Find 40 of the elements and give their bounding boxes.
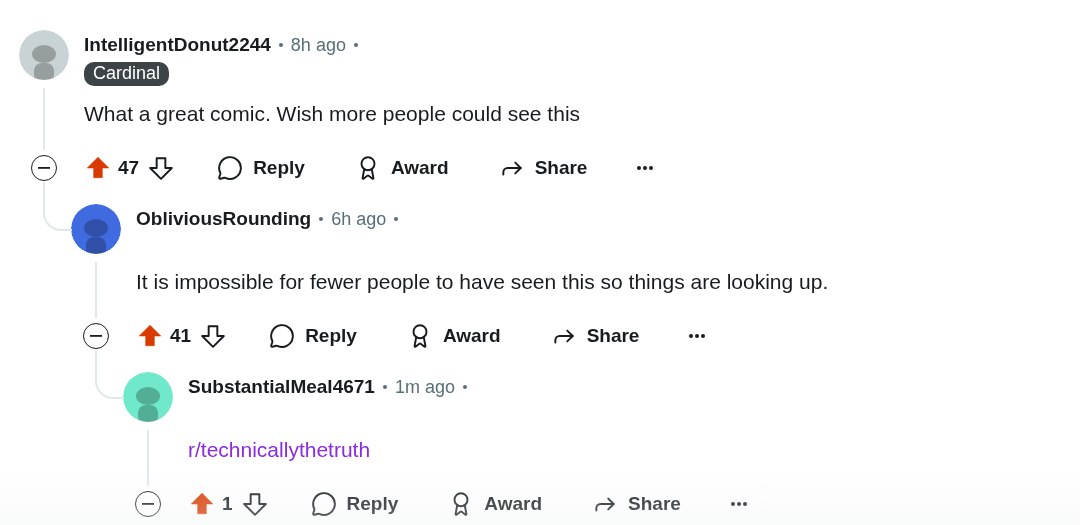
downvote-icon [148, 155, 175, 181]
username[interactable]: ObliviousRounding [136, 208, 312, 230]
speech-bubble-icon [269, 323, 296, 349]
upvote-icon [189, 491, 215, 517]
award-button[interactable]: Award [342, 151, 461, 185]
subreddit-link[interactable]: r/technicallythetruth [188, 438, 371, 461]
share-button[interactable]: Share [580, 487, 693, 521]
vote-count: 47 [118, 157, 140, 179]
speech-bubble-icon [217, 155, 244, 181]
share-button[interactable]: Share [486, 151, 600, 185]
collapse-button[interactable] [83, 323, 109, 349]
reply-button[interactable]: Reply [205, 151, 317, 185]
username[interactable]: IntelligentDonut2244 [84, 34, 271, 56]
timestamp: 8h ago [290, 34, 346, 56]
minus-icon [38, 167, 50, 169]
award-button[interactable]: Award [394, 319, 513, 353]
downvote-icon [241, 491, 268, 517]
collapse-button[interactable] [135, 491, 161, 517]
comment-text: What a great comic. Wish more people could see this [84, 102, 581, 125]
reply-button[interactable]: Reply [298, 487, 411, 521]
downvote-icon [200, 323, 227, 349]
username[interactable]: SubstantialMeal4671 [188, 376, 375, 398]
vote-count: 1 [222, 493, 233, 515]
minus-icon [90, 335, 102, 337]
collapse-button[interactable] [31, 155, 57, 181]
vote-count: 41 [170, 325, 192, 347]
minus-icon [142, 503, 154, 505]
more-icon [730, 502, 747, 506]
share-button[interactable]: Share [538, 319, 652, 353]
comment-text: It is impossible for fewer people to have seen this so things are looking up. [136, 270, 829, 293]
more-icon [689, 334, 706, 338]
more-icon [637, 166, 654, 170]
timestamp: 1m ago [394, 376, 455, 398]
user-flair: Cardinal [84, 62, 170, 86]
upvote-icon [85, 155, 111, 181]
award-button[interactable]: Award [436, 487, 555, 521]
upvote-icon [137, 323, 163, 349]
speech-bubble-icon [310, 491, 337, 517]
reply-button[interactable]: Reply [257, 319, 369, 353]
timestamp: 6h ago [331, 208, 387, 230]
